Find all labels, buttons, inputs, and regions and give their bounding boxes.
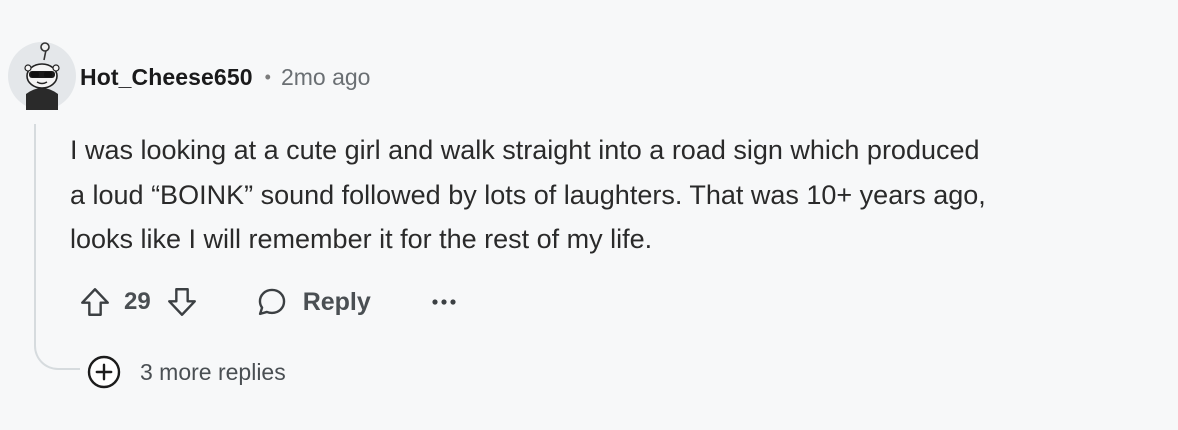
ellipsis-icon: [432, 299, 456, 305]
reply-button[interactable]: Reply: [255, 285, 371, 319]
comment-body: I was looking at a cute girl and walk st…: [70, 128, 1170, 262]
speech-bubble-icon: [258, 288, 285, 316]
comment-body-line: a loud “BOINK” sound followed by lots of…: [70, 179, 986, 210]
comment-actions: 29 Reply: [78, 280, 457, 324]
upvote-button[interactable]: [78, 285, 112, 319]
username[interactable]: Hot_Cheese650: [80, 64, 253, 91]
more-replies-button[interactable]: 3 more replies: [86, 352, 286, 392]
timestamp[interactable]: 2mo ago: [281, 64, 371, 91]
snoo-avatar-icon: [8, 42, 76, 110]
avatar[interactable]: [6, 38, 78, 110]
plus-circle-icon: [87, 355, 121, 389]
comment-body-line: I was looking at a cute girl and walk st…: [70, 135, 980, 165]
arrow-down-icon: [167, 288, 196, 316]
more-options-button[interactable]: [431, 287, 457, 317]
vote-count: 29: [124, 288, 151, 315]
comment-body-line: looks like I will remember it for the re…: [70, 224, 653, 254]
more-replies-label: 3 more replies: [140, 358, 286, 385]
downvote-button[interactable]: [165, 285, 199, 319]
separator-dot: •: [264, 66, 271, 87]
comment-header: Hot_Cheese650 • 2mo ago: [80, 60, 370, 94]
arrow-up-icon: [81, 288, 109, 316]
comment: Hot_Cheese650 • 2mo ago I was looking at…: [0, 0, 1178, 430]
reply-label: Reply: [302, 287, 371, 316]
